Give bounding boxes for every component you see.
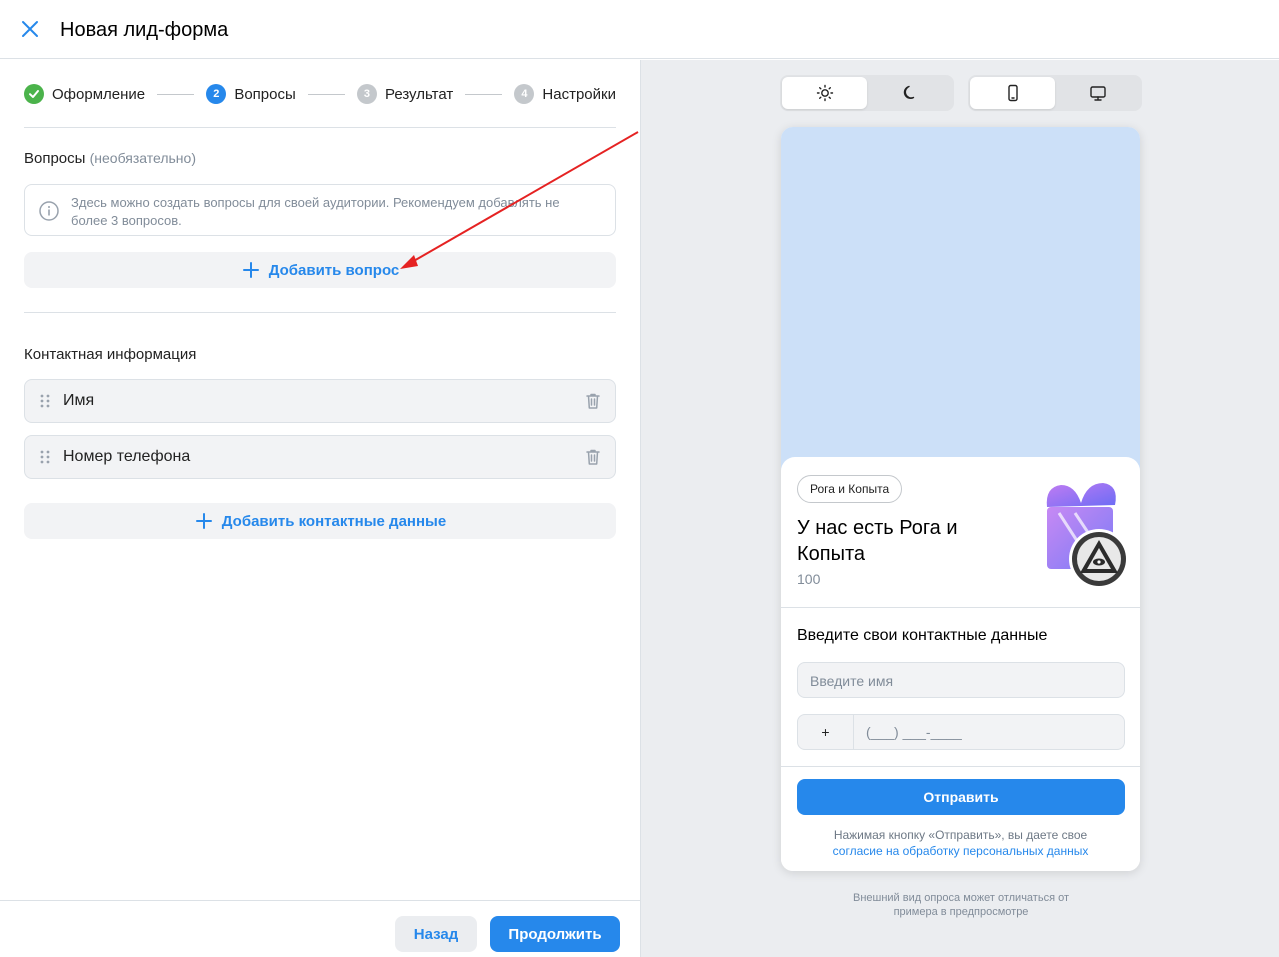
add-question-button[interactable]: Добавить вопрос <box>24 252 616 288</box>
add-contact-label: Добавить контактные данные <box>221 512 447 530</box>
divider <box>781 766 1140 767</box>
step-number: 2 <box>206 84 227 104</box>
preview-note: Внешний вид опроса может отличаться от п… <box>852 892 1070 918</box>
phone-preview: Рога и Копыта У нас есть Рога и Копыта 1… <box>781 127 1140 871</box>
moon-icon <box>903 85 914 99</box>
form-title: Введите свои контактные данные <box>797 627 1048 644</box>
consent-sentence: Нажимая кнопку «Отправить», вы даете сво… <box>833 828 1088 842</box>
promo-value: 100 <box>797 571 821 587</box>
phone-input[interactable]: + (___) ___-____ <box>797 714 1125 750</box>
contact-field-name[interactable]: Имя <box>24 379 616 423</box>
step-label: Настройки <box>542 85 616 103</box>
editor-panel: Оформление 2 Вопросы 3 Результат 4 Настр… <box>0 60 640 957</box>
continue-button[interactable]: Продолжить <box>490 916 620 952</box>
brand-chip: Рога и Копыта <box>797 475 903 503</box>
dark-theme-button[interactable] <box>867 77 952 109</box>
theme-switch <box>780 75 954 111</box>
cover-image <box>781 127 1140 487</box>
trash-icon[interactable] <box>583 447 603 467</box>
contacts-title: Контактная информация <box>24 346 197 363</box>
gift-logo-icon <box>1046 483 1129 589</box>
light-theme-button[interactable] <box>782 77 867 109</box>
step-number: 3 <box>356 84 377 104</box>
drag-handle-icon[interactable] <box>39 449 51 465</box>
divider <box>24 127 616 128</box>
questions-heading: Вопросы (необязательно) <box>24 150 196 167</box>
step-label: Оформление <box>52 85 146 103</box>
step-label: Результат <box>384 85 454 103</box>
optional-hint: (необязательно) <box>89 150 196 166</box>
info-text: Здесь можно создать вопросы для своей ау… <box>71 195 560 228</box>
trash-icon[interactable] <box>583 391 603 411</box>
desktop-view-button[interactable] <box>1055 77 1140 109</box>
consent-link[interactable]: согласие на обработку персональных данны… <box>833 844 1089 858</box>
step-connector <box>157 93 195 95</box>
promo-title: У нас есть Рога и Копыта <box>797 517 958 565</box>
submit-button[interactable]: Отправить <box>797 779 1125 815</box>
phone-mask: (___) ___-____ <box>866 724 962 740</box>
contact-field-label: Имя <box>63 392 95 409</box>
divider <box>781 607 1140 608</box>
check-icon <box>24 84 44 104</box>
footer-bar: Назад Продолжить <box>0 900 640 957</box>
add-contact-button[interactable]: Добавить контактные данные <box>24 503 616 539</box>
step-settings[interactable]: 4 Настройки <box>514 84 616 104</box>
close-icon[interactable] <box>18 17 42 41</box>
mobile-view-button[interactable] <box>970 77 1055 109</box>
drag-handle-icon[interactable] <box>39 393 51 409</box>
contact-field-label: Номер телефона <box>63 448 191 465</box>
step-design[interactable]: Оформление <box>24 84 145 104</box>
mobile-icon <box>1007 84 1018 102</box>
contact-field-phone[interactable]: Номер телефона <box>24 435 616 479</box>
top-bar: Новая лид-форма <box>0 0 1279 59</box>
desktop-icon <box>1089 86 1106 101</box>
page-title: Новая лид-форма <box>60 19 229 41</box>
questions-title: Вопросы <box>24 150 86 167</box>
step-questions[interactable]: 2 Вопросы <box>206 84 296 104</box>
info-banner: Здесь можно создать вопросы для своей ау… <box>24 184 616 236</box>
sun-icon <box>816 84 833 102</box>
lead-form-card: Рога и Копыта У нас есть Рога и Копыта 1… <box>781 457 1140 871</box>
step-connector <box>465 93 503 95</box>
consent-text: Нажимая кнопку «Отправить», вы даете сво… <box>781 827 1140 859</box>
info-icon <box>39 201 59 221</box>
step-label: Вопросы <box>234 85 296 103</box>
device-switch <box>968 75 1142 111</box>
step-number: 4 <box>514 84 535 104</box>
phone-prefix[interactable]: + <box>798 715 854 749</box>
plus-icon <box>242 262 259 278</box>
step-connector <box>307 93 345 95</box>
back-button[interactable]: Назад <box>395 916 477 952</box>
add-question-label: Добавить вопрос <box>268 261 400 279</box>
name-placeholder: Введите имя <box>810 673 894 689</box>
divider <box>24 312 616 313</box>
plus-icon <box>195 513 212 529</box>
name-input[interactable]: Введите имя <box>797 662 1125 698</box>
stepper: Оформление 2 Вопросы 3 Результат 4 Настр… <box>24 82 616 106</box>
preview-panel: Рога и Копыта У нас есть Рога и Копыта 1… <box>640 60 1279 957</box>
step-result[interactable]: 3 Результат <box>356 84 454 104</box>
